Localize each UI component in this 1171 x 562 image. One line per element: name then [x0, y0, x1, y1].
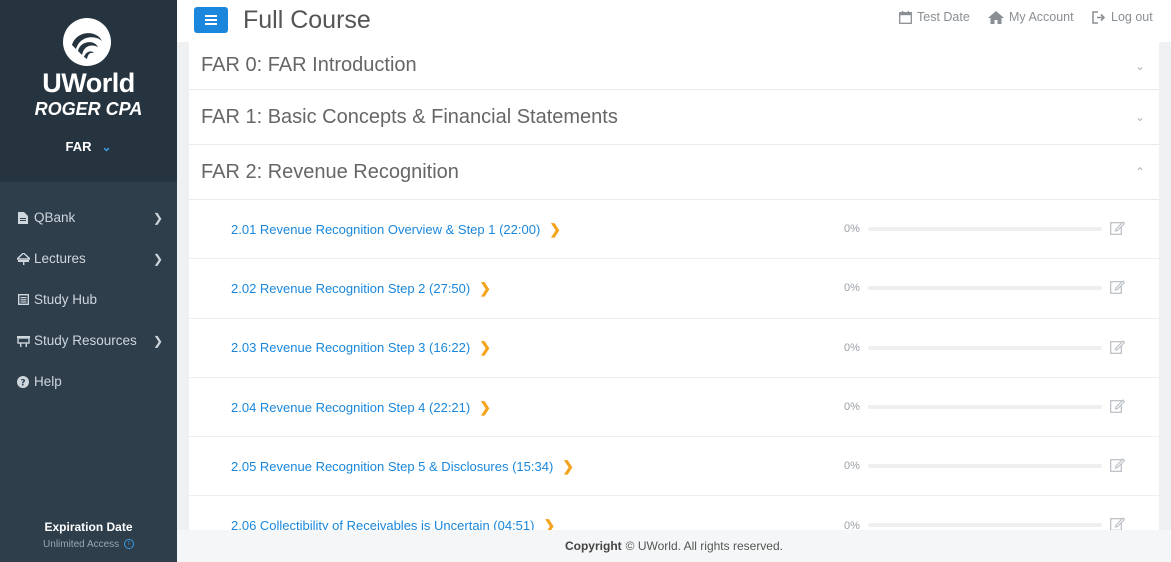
- lesson-link[interactable]: 2.05 Revenue Recognition Step 5 & Disclo…: [231, 459, 553, 474]
- chevron-up-icon: ⌃: [1134, 165, 1145, 179]
- progress-percent: 0%: [844, 460, 860, 473]
- list-icon: [16, 294, 30, 305]
- log-out-label: Log out: [1111, 10, 1153, 24]
- module-far-0[interactable]: FAR 0: FAR Introduction ⌄: [189, 42, 1159, 90]
- progress-percent: 0%: [844, 282, 860, 295]
- module-title: FAR 1: Basic Concepts & Financial Statem…: [201, 105, 618, 128]
- chevron-down-icon: ⌄: [1134, 110, 1145, 124]
- edit-notes-icon[interactable]: [1110, 457, 1125, 473]
- module-title: FAR 0: FAR Introduction: [201, 54, 417, 76]
- svg-text:?: ?: [20, 378, 25, 388]
- page-footer: Copyright © UWorld. All rights reserved.: [177, 530, 1171, 562]
- lesson-link[interactable]: 2.03 Revenue Recognition Step 3 (16:22): [231, 340, 470, 355]
- progress-bar: [868, 286, 1102, 291]
- lesson-row: 2.03 Revenue Recognition Step 3 (16:22) …: [189, 319, 1159, 378]
- test-date-link[interactable]: Test Date: [899, 10, 970, 24]
- sidebar-item-label: Lectures: [34, 251, 86, 266]
- module-far-2[interactable]: FAR 2: Revenue Recognition ⌃: [189, 145, 1159, 200]
- sidebar-item-label: Help: [34, 374, 62, 389]
- sidebar-item-label: QBank: [34, 210, 76, 225]
- projector-icon: [16, 252, 30, 265]
- chevron-right-icon[interactable]: ❯: [479, 399, 491, 416]
- chevron-right-icon[interactable]: ❯: [562, 458, 574, 475]
- chevron-down-icon: ⌄: [101, 140, 112, 154]
- board-icon: [16, 335, 30, 347]
- chevron-right-icon[interactable]: ❯: [479, 280, 491, 297]
- sidebar-nav: QBank ❯ Lectures ❯ Study Hub Study Resou…: [0, 197, 177, 402]
- module-far-1[interactable]: FAR 1: Basic Concepts & Financial Statem…: [189, 90, 1159, 145]
- hamburger-icon: [205, 15, 217, 25]
- my-account-link[interactable]: My Account: [988, 10, 1074, 24]
- chevron-right-icon[interactable]: ❯: [543, 517, 555, 530]
- chevron-right-icon[interactable]: ❯: [479, 339, 491, 356]
- chevron-right-icon[interactable]: ❯: [549, 221, 561, 238]
- sidebar-item-study-resources[interactable]: Study Resources ❯: [0, 320, 177, 361]
- lesson-row: 2.04 Revenue Recognition Step 4 (22:21) …: [189, 378, 1159, 438]
- lesson-row: 2.01 Revenue Recognition Overview & Step…: [189, 200, 1159, 260]
- progress-bar: [868, 404, 1102, 409]
- progress-bar: [868, 227, 1102, 231]
- calendar-icon: [899, 10, 912, 24]
- expiration-value: Unlimited Access: [43, 539, 120, 550]
- sidebar: UWorld ROGER CPA FAR ⌄ QBank ❯ Lectures ❯…: [0, 0, 177, 562]
- help-icon: ?: [16, 375, 30, 388]
- lesson-link[interactable]: 2.06 Collectibility of Receivables is Un…: [231, 518, 534, 530]
- edit-notes-icon[interactable]: [1110, 220, 1125, 235]
- progress-percent: 0%: [844, 519, 860, 530]
- progress-percent: 0%: [844, 223, 860, 236]
- progress-percent: 0%: [844, 341, 860, 354]
- brand-area: UWorld ROGER CPA FAR ⌄: [0, 0, 177, 182]
- sidebar-item-help[interactable]: ? Help: [0, 361, 177, 402]
- sidebar-item-study-hub[interactable]: Study Hub: [0, 279, 177, 320]
- section-select[interactable]: FAR ⌄: [0, 139, 177, 154]
- sidebar-item-label: Study Resources: [34, 333, 137, 348]
- sidebar-item-qbank[interactable]: QBank ❯: [0, 197, 177, 238]
- sidebar-item-lectures[interactable]: Lectures ❯: [0, 238, 177, 279]
- chevron-right-icon: ❯: [152, 210, 163, 225]
- expiration-title: Expiration Date: [44, 520, 133, 534]
- edit-notes-icon[interactable]: [1110, 279, 1125, 295]
- course-content: FAR 0: FAR Introduction ⌄ FAR 1: Basic C…: [189, 42, 1159, 530]
- brand-subtitle: ROGER CPA: [34, 99, 143, 119]
- chevron-down-icon: ⌄: [1134, 58, 1145, 73]
- top-header: Full Course Test Date My Account Log out: [177, 0, 1171, 42]
- logout-icon: [1092, 10, 1106, 24]
- home-icon: [988, 10, 1004, 24]
- lesson-link[interactable]: 2.04 Revenue Recognition Step 4 (22:21): [231, 400, 470, 415]
- copyright-label: Copyright: [564, 539, 622, 553]
- lesson-row: 2.05 Revenue Recognition Step 5 & Disclo…: [189, 437, 1159, 497]
- expiration-info: Expiration Date Unlimited Access i: [0, 520, 177, 550]
- edit-notes-icon[interactable]: [1110, 398, 1125, 413]
- section-label: FAR: [65, 139, 92, 154]
- menu-toggle-button[interactable]: [194, 7, 228, 33]
- brand-name: UWorld: [42, 68, 135, 98]
- uworld-logo-icon: [63, 18, 111, 66]
- info-icon[interactable]: i: [123, 539, 134, 550]
- my-account-label: My Account: [1009, 10, 1074, 24]
- sidebar-item-label: Study Hub: [34, 292, 98, 307]
- progress-bar: [868, 523, 1102, 528]
- lesson-link[interactable]: 2.02 Revenue Recognition Step 2 (27:50): [231, 281, 470, 296]
- progress-bar: [868, 464, 1102, 469]
- page-title: Full Course: [243, 6, 371, 34]
- copyright-text: © UWorld. All rights reserved.: [625, 539, 783, 553]
- edit-notes-icon[interactable]: [1110, 516, 1125, 530]
- log-out-link[interactable]: Log out: [1092, 10, 1153, 24]
- module-title: FAR 2: Revenue Recognition: [201, 160, 459, 183]
- lesson-link[interactable]: 2.01 Revenue Recognition Overview & Step…: [231, 222, 540, 237]
- document-icon: [16, 211, 30, 224]
- lesson-row: 2.02 Revenue Recognition Step 2 (27:50) …: [189, 259, 1159, 319]
- expiration-value-row: Unlimited Access i: [0, 539, 177, 550]
- progress-bar: [868, 345, 1102, 350]
- lesson-row: 2.06 Collectibility of Receivables is Un…: [189, 496, 1159, 530]
- chevron-right-icon: ❯: [152, 251, 163, 266]
- chevron-right-icon: ❯: [152, 333, 163, 348]
- test-date-label: Test Date: [917, 10, 970, 24]
- lesson-list: 2.01 Revenue Recognition Overview & Step…: [189, 200, 1159, 530]
- edit-notes-icon[interactable]: [1110, 339, 1125, 354]
- progress-percent: 0%: [844, 401, 860, 414]
